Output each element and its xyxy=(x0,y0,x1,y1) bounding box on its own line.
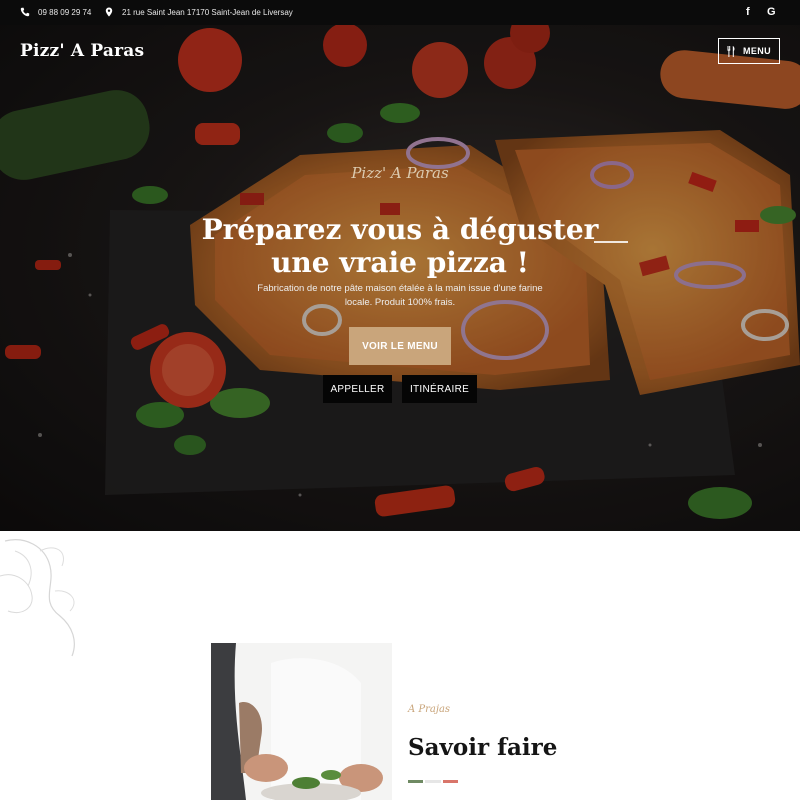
facebook-icon[interactable]: f xyxy=(746,6,750,18)
decorative-line xyxy=(594,241,628,243)
fork-knife-icon xyxy=(727,45,735,57)
section-title: Savoir faire xyxy=(408,734,558,761)
chef-photo xyxy=(211,643,392,800)
hero-subtitle-line-1: Fabrication de notre pâte maison étalée … xyxy=(257,283,543,294)
google-icon[interactable]: G xyxy=(767,6,776,18)
hero-headline-line-1: Préparez vous à déguster xyxy=(201,213,599,246)
flag-red xyxy=(442,780,458,783)
call-button[interactable]: APPELLER xyxy=(323,375,392,403)
hero-script-title: Pizz' A Paras xyxy=(351,164,449,182)
phone-icon xyxy=(20,7,30,17)
hero-headline-line-2: une vraie pizza ! xyxy=(271,246,529,279)
menu-button[interactable]: MENU xyxy=(718,38,780,64)
directions-button[interactable]: ITINÉRAIRE xyxy=(402,375,477,403)
hero-headline: Préparez vous à déguster une vraie pizza… xyxy=(150,213,650,279)
flag-green xyxy=(408,780,424,783)
address-text[interactable]: 21 rue Saint Jean 17170 Saint-Jean de Li… xyxy=(122,8,293,17)
menu-button-label: MENU xyxy=(742,46,772,56)
view-menu-button[interactable]: VOIR LE MENU xyxy=(349,327,451,365)
flag-divider xyxy=(408,780,458,783)
map-pin-icon xyxy=(105,7,113,17)
hero-subtitle-line-2: locale. Produit 100% frais. xyxy=(344,297,456,308)
hero-subtitle: Fabrication de notre pâte maison étalée … xyxy=(250,282,550,310)
herb-sketch-decoration xyxy=(0,539,75,657)
about-section: A Prajas Savoir faire xyxy=(0,531,800,800)
flag-white xyxy=(425,780,441,783)
phone-contact[interactable]: 09 88 09 29 74 xyxy=(20,7,91,17)
top-info-bar: 09 88 09 29 74 21 rue Saint Jean 17170 S… xyxy=(0,0,800,25)
section-script-label: A Prajas xyxy=(408,704,451,715)
hero-section: Pizz' A Paras MENU Pizz' A Paras Prépare… xyxy=(0,25,800,531)
address-contact[interactable]: 21 rue Saint Jean 17170 Saint-Jean de Li… xyxy=(104,7,293,17)
site-logo[interactable]: Pizz' A Paras xyxy=(20,41,144,61)
phone-number[interactable]: 09 88 09 29 74 xyxy=(38,8,91,17)
